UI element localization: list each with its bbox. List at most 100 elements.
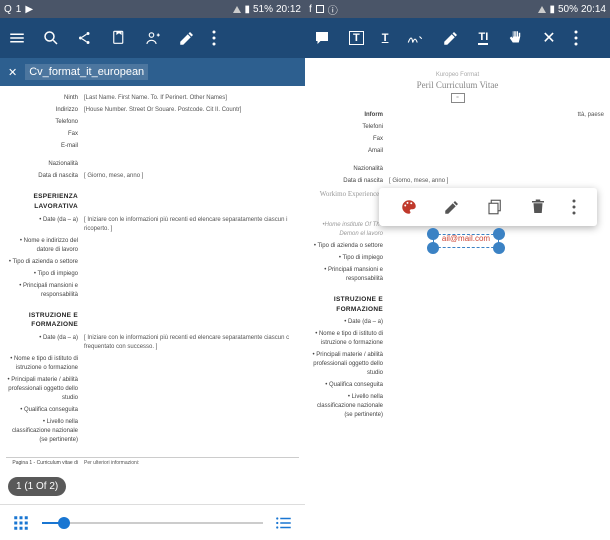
- document-viewport[interactable]: Ninth[Last Name. First Name. To. If Peri…: [0, 86, 305, 504]
- status-time: 20:14: [581, 4, 606, 15]
- field-label: • Tipo di azienda o settore: [311, 242, 389, 251]
- field-label: • Nome e tipo di istituto di istruzione …: [6, 355, 84, 373]
- field-label: • Principali mansioni e responsabilità: [311, 266, 389, 284]
- section-title: Esperienza lavorativa: [6, 192, 84, 212]
- text-annotation-selected[interactable]: ail@mail.com: [433, 234, 499, 248]
- comment-icon[interactable]: [313, 29, 331, 47]
- resize-handle-bl[interactable]: [427, 242, 439, 254]
- resize-handle-tl[interactable]: [427, 228, 439, 240]
- signal-icon: [538, 6, 546, 13]
- battery-pct: 51%: [253, 4, 273, 15]
- text-insert-icon[interactable]: TI: [478, 31, 488, 45]
- signature-icon[interactable]: [406, 29, 424, 47]
- pencil-icon[interactable]: [442, 29, 460, 47]
- status-bar: f ⓘ ▮ 50% 20:14: [305, 0, 610, 18]
- field-label: Amail: [311, 147, 389, 156]
- battery-icon: ▮: [244, 4, 250, 15]
- battery-icon: ▮: [549, 4, 555, 15]
- search-icon[interactable]: [42, 29, 60, 47]
- close-tab-icon[interactable]: ✕: [8, 66, 17, 79]
- copy-annotation-icon[interactable]: [486, 198, 504, 216]
- facebook-icon: f: [309, 4, 312, 15]
- page-counter: 1 (1 Of 2): [8, 477, 66, 496]
- flag-icon: ⚬: [451, 93, 465, 103]
- field-label: Nazionalità: [311, 165, 389, 174]
- field-label: Data di nascita: [6, 172, 84, 181]
- field-label: Telefono: [6, 118, 84, 127]
- page-slider[interactable]: [42, 522, 263, 524]
- field-label: • Tipo di impiego: [6, 270, 84, 279]
- footer-info: Per ulteriori informazioni:: [84, 460, 299, 468]
- list-icon[interactable]: [275, 514, 293, 532]
- status-info-icon: ⓘ: [328, 2, 338, 17]
- main-toolbar: [0, 18, 305, 58]
- field-label: • Nome e tipo di istituto di istruzione …: [311, 330, 389, 348]
- tab-filename: Cv_format_it_european: [25, 64, 148, 80]
- edit-icon[interactable]: [178, 29, 196, 47]
- field-label: • Date (da – a): [311, 318, 389, 327]
- field-value: [ Iniziare con le informazioni più recen…: [84, 334, 299, 352]
- field-label: • Principali mansioni e responsabilità: [6, 282, 84, 300]
- field-value: [ Giorno, mese, anno ]: [84, 172, 299, 181]
- field-label: •Home institute Of The Demon el lavoro: [311, 221, 389, 239]
- status-play-icon: ▶: [25, 4, 33, 15]
- section-title: Workimo Experience i: [311, 189, 389, 200]
- field-label: • Tipo di impiego: [311, 254, 389, 263]
- status-box-icon: [316, 5, 324, 13]
- document-tab[interactable]: ✕ Cv_format_it_european: [0, 58, 305, 86]
- field-value: ttà, paese: [389, 111, 604, 120]
- text-underline-icon[interactable]: T: [382, 32, 389, 44]
- field-label: • Principali materie / abilità professio…: [311, 351, 389, 378]
- field-label: Data di nascita: [311, 177, 389, 186]
- edit-annotation-icon[interactable]: [443, 198, 461, 216]
- more-icon[interactable]: [574, 29, 578, 47]
- document-header: Kuropeo Format Peril Curriculum Vitae ⚬: [311, 72, 604, 103]
- menu-icon[interactable]: [8, 29, 26, 47]
- battery-pct: 50%: [558, 4, 578, 15]
- status-one: 1: [16, 4, 22, 15]
- share-icon[interactable]: [76, 29, 94, 47]
- screen-left: Q 1 ▶ ▮ 51% 20:12 ✕ Cv_format_it_europea…: [0, 0, 305, 540]
- field-label: • Qualifica conseguita: [6, 406, 84, 415]
- field-label: • Livello nella classificazione nazional…: [311, 393, 389, 420]
- field-label: Fax: [6, 130, 84, 139]
- field-label: • Livello nella classificazione nazional…: [6, 418, 84, 445]
- field-value: [House Number. Street Or Souare. Postcod…: [84, 106, 299, 115]
- close-icon[interactable]: ✕: [542, 28, 555, 48]
- annotation-toolbar: T T TI ✕: [305, 18, 610, 58]
- status-bar: Q 1 ▶ ▮ 51% 20:12: [0, 0, 305, 18]
- footer-page: Pagina 1 - Curriculum vitae di: [6, 460, 84, 468]
- more-icon[interactable]: [212, 29, 216, 47]
- grid-icon[interactable]: [12, 514, 30, 532]
- section-title: Istruzione e formazione: [311, 295, 389, 315]
- field-value: [ Iniziare con le informazioni più recen…: [84, 216, 299, 234]
- field-label: Ninth: [6, 94, 84, 103]
- field-label: Indirizzo: [6, 106, 84, 115]
- field-label: • Principali materie / abilità professio…: [6, 376, 84, 403]
- resize-handle-tr[interactable]: [493, 228, 505, 240]
- selection-context-menu: [379, 188, 597, 226]
- add-user-icon[interactable]: [144, 29, 162, 47]
- field-value: [Last Name. First Name. To. If Perinert.…: [84, 94, 299, 103]
- field-label: • Qualifica conseguita: [311, 381, 389, 390]
- status-q-icon: Q: [4, 4, 12, 15]
- pan-hand-icon[interactable]: [506, 29, 524, 47]
- field-label: • Tipo di azienda o settore: [6, 258, 84, 267]
- delete-icon[interactable]: [529, 198, 547, 216]
- header-brand: Kuropeo Format: [311, 72, 604, 80]
- copy-icon[interactable]: [110, 29, 128, 47]
- document-viewport[interactable]: Kuropeo Format Peril Curriculum Vitae ⚬ …: [305, 58, 610, 540]
- more-annotation-icon[interactable]: [572, 198, 576, 216]
- field-label: • Nome e indirizzo del datore di lavoro: [6, 237, 84, 255]
- header-title: Peril Curriculum Vitae: [311, 80, 604, 92]
- section-label: Inform: [311, 111, 389, 120]
- resize-handle-br[interactable]: [493, 242, 505, 254]
- section-title: Istruzione e formazione: [6, 311, 84, 331]
- palette-icon[interactable]: [400, 198, 418, 216]
- screen-right: f ⓘ ▮ 50% 20:14 T T TI ✕ Kuropeo Format …: [305, 0, 610, 540]
- signal-icon: [233, 6, 241, 13]
- field-label: • Date (da – a): [6, 216, 84, 234]
- text-box-icon[interactable]: T: [349, 31, 364, 45]
- field-label: Nazionalità: [6, 160, 84, 169]
- field-label: E-mail: [6, 142, 84, 151]
